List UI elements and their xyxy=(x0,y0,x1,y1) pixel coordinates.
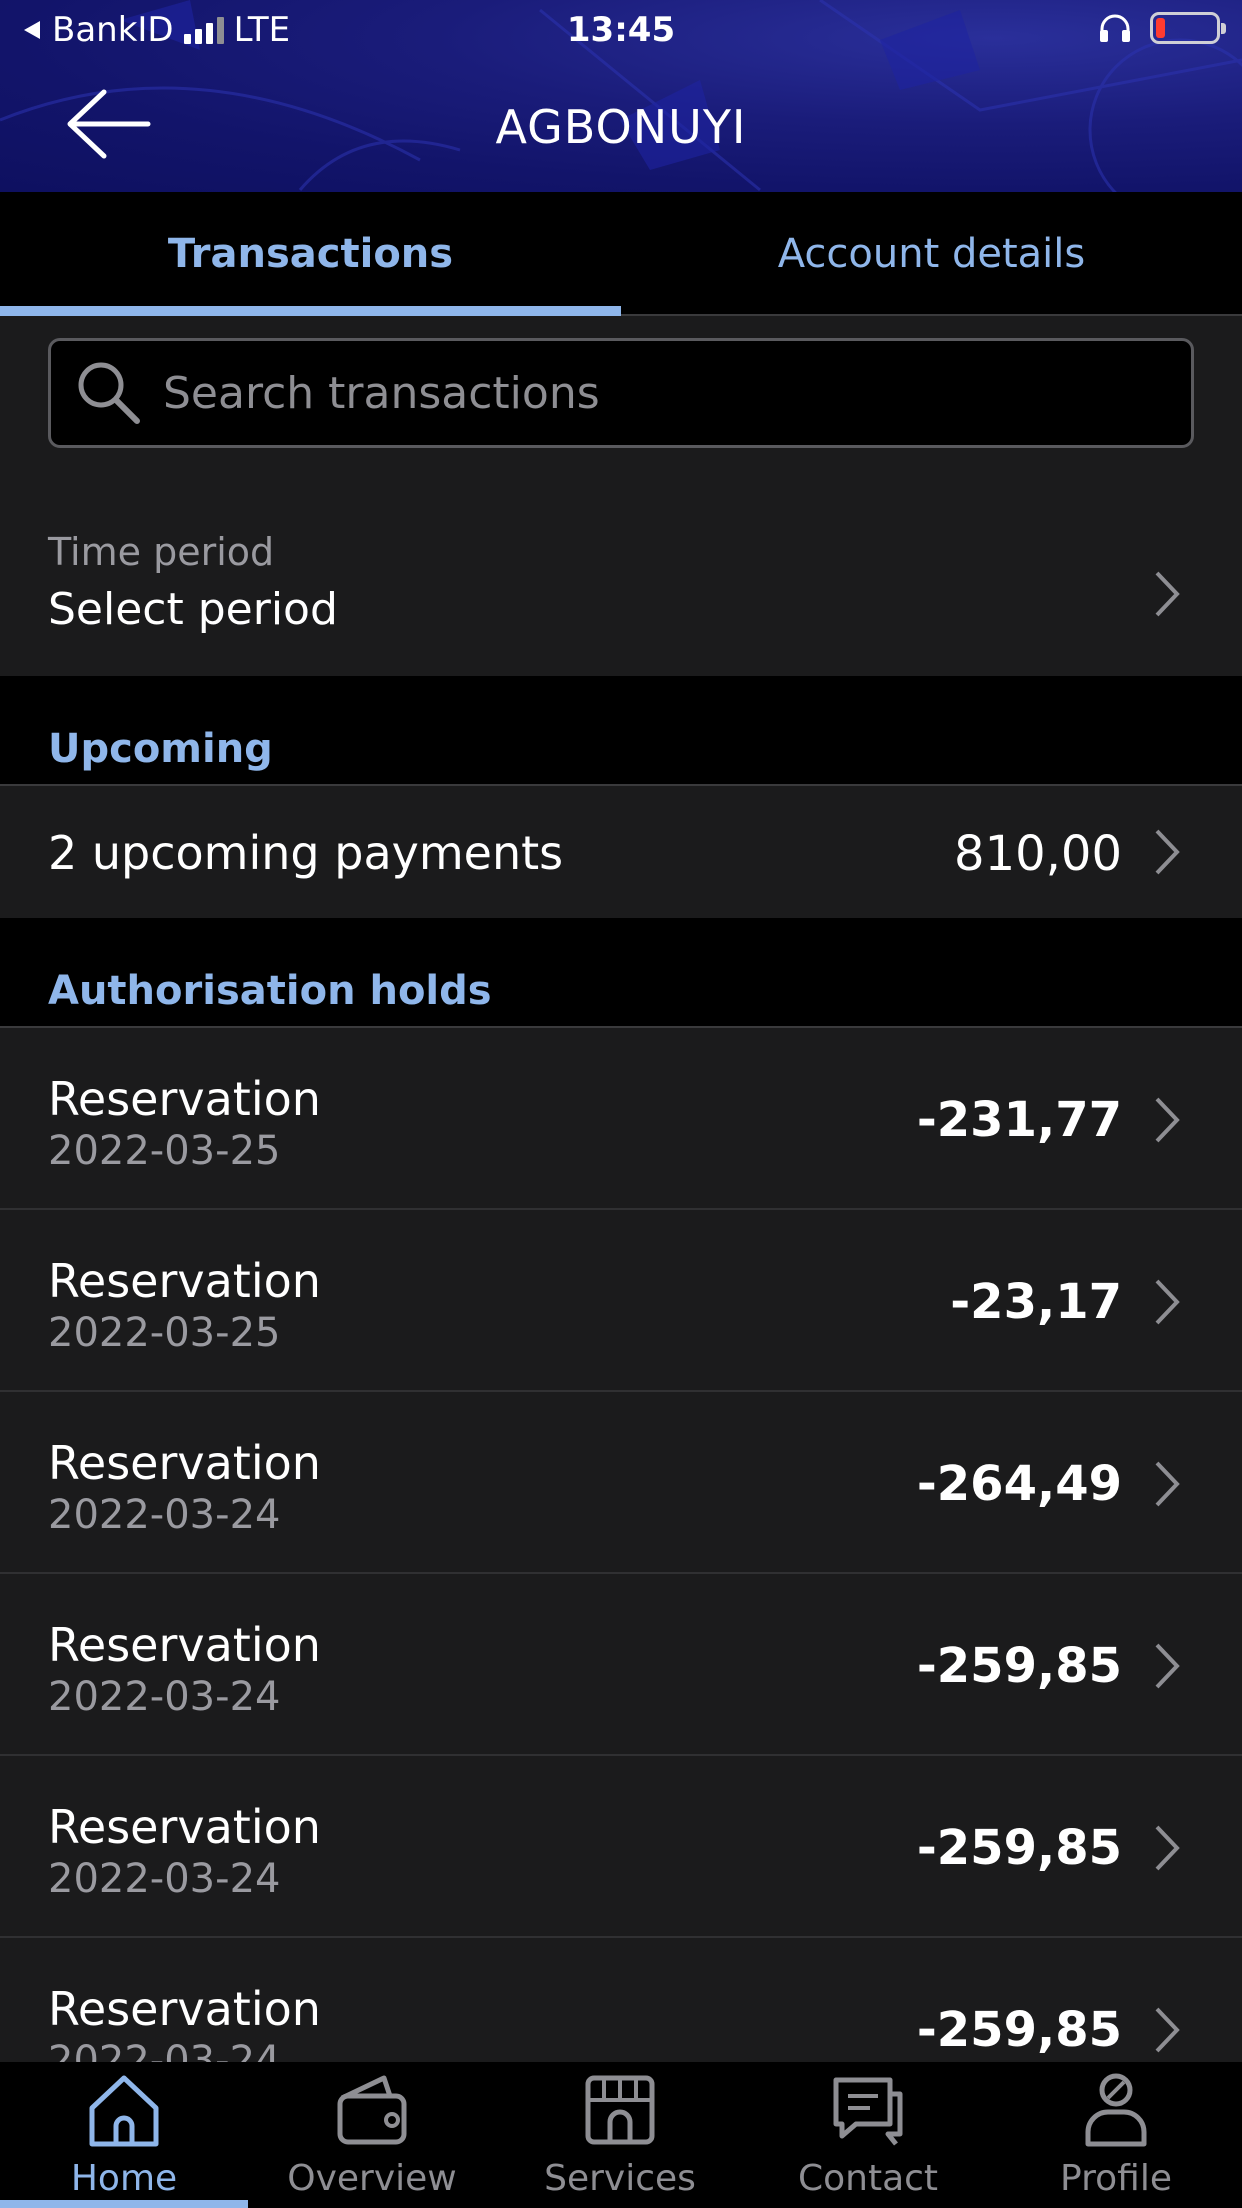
chevron-right-icon xyxy=(1155,1825,1180,1871)
upcoming-payments-row[interactable]: 2 upcoming payments 810,00 xyxy=(0,786,1242,918)
transaction-row[interactable]: Reservation 2022-03-24 -259,85 xyxy=(0,1938,1242,2062)
chevron-right-icon xyxy=(1155,1643,1180,1689)
time-period-value: Select period xyxy=(48,584,338,635)
transaction-date: 2022-03-24 xyxy=(48,1856,281,1902)
tabbar-label: Contact xyxy=(797,2158,939,2199)
home-icon xyxy=(89,2075,159,2147)
tab-account-details[interactable]: Account details xyxy=(621,192,1242,316)
search-input[interactable] xyxy=(163,367,1191,419)
tabbar-home[interactable]: Home xyxy=(0,2062,248,2208)
transaction-row[interactable]: Reservation 2022-03-25 -23,17 xyxy=(0,1210,1242,1392)
status-bar: BankID LTE 13:45 xyxy=(0,0,1242,62)
transaction-row[interactable]: Reservation 2022-03-24 -259,85 xyxy=(0,1574,1242,1756)
search-icon xyxy=(78,362,140,424)
transaction-title: Reservation xyxy=(48,1618,321,1672)
tab-label: Account details xyxy=(777,231,1086,277)
transaction-row[interactable]: Reservation 2022-03-24 -264,49 xyxy=(0,1392,1242,1574)
chevron-right-icon xyxy=(1155,829,1180,875)
search-section xyxy=(0,318,1242,458)
transaction-row[interactable]: Reservation 2022-03-24 -259,85 xyxy=(0,1756,1242,1938)
time-period-label: Time period xyxy=(48,530,275,574)
tabbar-contact[interactable]: Contact xyxy=(744,2062,992,2208)
tabbar-label: Overview xyxy=(287,2158,457,2199)
bottom-tab-bar: Home Overview Services Contact Profile xyxy=(0,2062,1242,2208)
transaction-date: 2022-03-25 xyxy=(48,1128,281,1174)
tabbar-label: Services xyxy=(544,2158,696,2199)
chevron-right-icon xyxy=(1155,1461,1180,1507)
status-right xyxy=(1098,12,1226,44)
tabbar-label: Profile xyxy=(1060,2158,1172,2199)
transaction-amount: -23,17 xyxy=(950,1274,1122,1330)
transaction-row[interactable]: Reservation 2022-03-25 -231,77 xyxy=(0,1028,1242,1210)
transaction-date: 2022-03-24 xyxy=(48,1492,281,1538)
search-box[interactable] xyxy=(48,338,1194,448)
upcoming-summary: 2 upcoming payments xyxy=(48,826,564,880)
segmented-tabs: Transactions Account details xyxy=(0,192,1242,316)
tabbar-overview[interactable]: Overview xyxy=(248,2062,496,2208)
upcoming-section-header: Upcoming xyxy=(0,676,1242,786)
upcoming-amount: 810,00 xyxy=(954,826,1122,882)
chevron-right-icon xyxy=(1155,1097,1180,1143)
chevron-right-icon xyxy=(1155,571,1180,617)
transaction-title: Reservation xyxy=(48,1254,321,1308)
wallet-icon xyxy=(337,2075,407,2145)
status-time: 13:45 xyxy=(566,10,676,50)
battery-icon xyxy=(1150,12,1226,44)
headphones-icon xyxy=(1100,14,1130,42)
holds-section-header: Authorisation holds xyxy=(0,918,1242,1028)
transaction-title: Reservation xyxy=(48,1436,321,1490)
transaction-amount: -264,49 xyxy=(916,1456,1122,1512)
chat-icon xyxy=(833,2077,903,2146)
transaction-title: Reservation xyxy=(48,1982,321,2036)
transaction-date: 2022-03-25 xyxy=(48,1310,281,1356)
tab-transactions[interactable]: Transactions xyxy=(0,192,621,316)
profile-icon xyxy=(1085,2073,1147,2147)
transaction-date: 2022-03-24 xyxy=(48,2038,281,2062)
store-icon xyxy=(585,2075,655,2145)
upcoming-heading: Upcoming xyxy=(48,726,273,772)
transaction-title: Reservation xyxy=(48,1800,321,1854)
time-period-row[interactable]: Time period Select period xyxy=(0,458,1242,676)
chevron-right-icon xyxy=(1155,1279,1180,1325)
page-title: AGBONUYI xyxy=(495,100,747,154)
transaction-amount: -259,85 xyxy=(916,1638,1122,1694)
app-header: BankID LTE 13:45 AGBONUYI xyxy=(0,0,1242,192)
tab-label: Transactions xyxy=(167,231,454,277)
chevron-right-icon xyxy=(1155,2007,1180,2053)
tabbar-profile[interactable]: Profile xyxy=(992,2062,1240,2208)
tabbar-label: Home xyxy=(70,2158,178,2199)
active-tab-indicator xyxy=(0,306,621,316)
holds-heading: Authorisation holds xyxy=(48,968,492,1014)
transaction-amount: -259,85 xyxy=(916,2002,1122,2058)
active-tabbar-indicator xyxy=(0,2200,248,2208)
tabbar-services[interactable]: Services xyxy=(496,2062,744,2208)
transaction-date: 2022-03-24 xyxy=(48,1674,281,1720)
transaction-title: Reservation xyxy=(48,1072,321,1126)
transaction-amount: -259,85 xyxy=(916,1820,1122,1876)
transaction-amount: -231,77 xyxy=(916,1092,1122,1148)
